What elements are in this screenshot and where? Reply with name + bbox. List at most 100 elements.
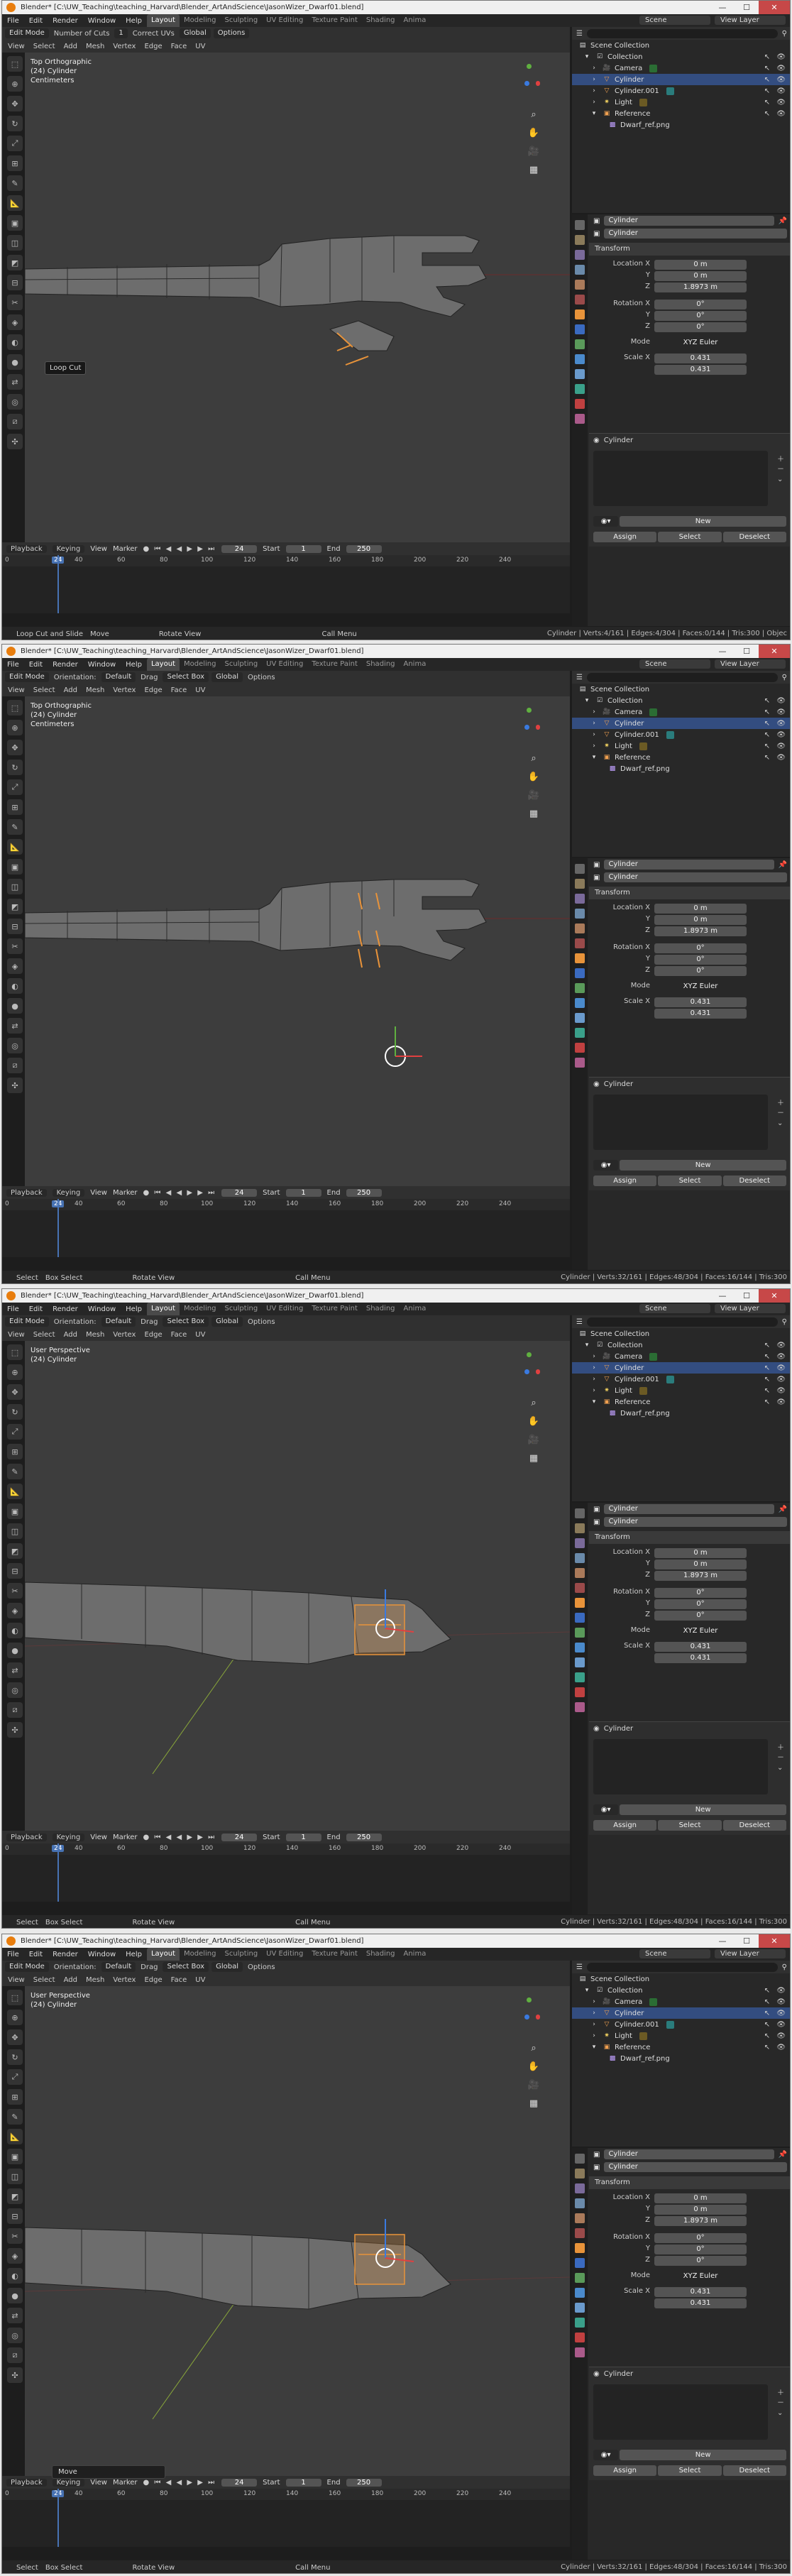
- selectable-icon[interactable]: ↖: [764, 1987, 770, 1995]
- selectable-icon[interactable]: ↖: [764, 87, 770, 95]
- object-datablock-field[interactable]: Cylinder: [604, 229, 787, 239]
- tab-uv-editing[interactable]: UV Editing: [262, 1303, 307, 1315]
- selectable-icon[interactable]: ↖: [764, 1364, 770, 1372]
- header-item-5[interactable]: Options: [213, 28, 250, 38]
- material-slot-list[interactable]: [593, 1739, 768, 1794]
- viewport-menu-select[interactable]: Select: [31, 1976, 58, 1984]
- shrink-tool-icon[interactable]: ◎: [7, 1038, 23, 1053]
- expand-icon[interactable]: ▾: [582, 53, 592, 60]
- remove-slot-icon[interactable]: －: [777, 465, 784, 475]
- annotate-tool-icon[interactable]: ✎: [7, 175, 23, 191]
- header-item-3[interactable]: Drag: [138, 674, 160, 681]
- assign-button[interactable]: Assign: [593, 2465, 657, 2476]
- material-tab-icon[interactable]: [575, 2333, 585, 2342]
- outliner-collection[interactable]: ▾ ☑ Collection ↖ 👁: [572, 51, 790, 62]
- selectable-icon[interactable]: ↖: [764, 2032, 770, 2040]
- outliner-scene-collection[interactable]: ▤ Scene Collection: [572, 684, 790, 695]
- location-y-field[interactable]: 0 m: [654, 271, 747, 281]
- viewport-menu-face[interactable]: Face: [168, 1331, 190, 1339]
- select-button[interactable]: Select: [658, 1175, 722, 1186]
- outliner-collection[interactable]: ▾ ☑ Collection ↖ 👁: [572, 1985, 790, 1996]
- outliner-collection[interactable]: ▾ ☑ Collection ↖ 👁: [572, 1339, 790, 1351]
- texture-tab-icon[interactable]: [575, 1702, 585, 1712]
- last-operator-panel[interactable]: Move: [52, 2465, 165, 2479]
- pan-hand-icon[interactable]: ✋: [527, 1414, 541, 1428]
- close-icon[interactable]: ✕: [759, 1289, 790, 1303]
- extrude-tool-icon[interactable]: ▣: [7, 2149, 23, 2164]
- location-x-field[interactable]: 0 m: [654, 904, 747, 914]
- eye-icon[interactable]: 👁: [776, 1987, 786, 1995]
- location-z-field[interactable]: 1.8973 m: [654, 1571, 747, 1581]
- physics-tab-icon[interactable]: [575, 1643, 585, 1653]
- scene-tab-icon[interactable]: [575, 280, 585, 290]
- header-item-4[interactable]: Select Box: [163, 672, 209, 682]
- outliner-image[interactable]: ▩ Dwarf_ref.png: [572, 763, 790, 774]
- eye-icon[interactable]: 👁: [776, 110, 786, 118]
- mode-dropdown[interactable]: Edit Mode: [5, 1962, 49, 1972]
- selectable-icon[interactable]: ↖: [764, 1398, 770, 1406]
- selectable-icon[interactable]: ↖: [764, 2044, 770, 2051]
- move-tool-icon[interactable]: ✥: [7, 96, 23, 111]
- tab-modeling[interactable]: Modeling: [180, 14, 221, 27]
- outliner-light[interactable]: › ✷ Light ↖ 👁: [572, 1385, 790, 1396]
- eye-icon[interactable]: 👁: [776, 1398, 786, 1406]
- pin-icon[interactable]: 📌: [779, 1506, 787, 1513]
- inset-tool-icon[interactable]: ◫: [7, 2169, 23, 2184]
- select-tool-icon[interactable]: ⬚: [7, 1344, 23, 1360]
- selectable-icon[interactable]: ↖: [764, 1376, 770, 1383]
- edge-slide-tool-icon[interactable]: ⇄: [7, 1662, 23, 1678]
- eye-icon[interactable]: 👁: [776, 742, 786, 750]
- rip-tool-icon[interactable]: ✣: [7, 1078, 23, 1093]
- poly-build-tool-icon[interactable]: ◈: [7, 1603, 23, 1618]
- output-tab-icon[interactable]: [575, 250, 585, 260]
- 3d-viewport[interactable]: [25, 696, 570, 1186]
- location-x-field[interactable]: 0 m: [654, 2193, 747, 2203]
- viewport-menu-view[interactable]: View: [5, 686, 28, 694]
- menu-edit[interactable]: Edit: [24, 17, 48, 25]
- playback-menu[interactable]: Playback: [6, 1833, 47, 1841]
- transform-tool-icon[interactable]: ⊞: [7, 1444, 23, 1459]
- end-frame-field[interactable]: 250: [346, 2478, 382, 2487]
- timeline-ruler[interactable]: 0 24 40 60 80 100 120 140 160 180 200 22…: [2, 1199, 570, 1210]
- browse-material-icon[interactable]: ◉▾: [593, 516, 619, 527]
- browse-material-icon[interactable]: ◉▾: [593, 2450, 619, 2460]
- material-slot-list[interactable]: [593, 451, 768, 506]
- rotation-mode-dropdown[interactable]: XYZ Euler: [654, 1626, 747, 1636]
- playback-controls-icon[interactable]: ● ⏮ ◀ ◀ ▶ ▶ ⏭: [143, 1834, 216, 1841]
- outliner-image[interactable]: ▩ Dwarf_ref.png: [572, 119, 790, 131]
- menu-render[interactable]: Render: [48, 661, 83, 669]
- rotation-z-field[interactable]: 0°: [654, 2256, 747, 2266]
- pin-icon[interactable]: 📌: [779, 861, 787, 869]
- remove-slot-icon[interactable]: －: [777, 1109, 784, 1119]
- rotation-mode-dropdown[interactable]: XYZ Euler: [654, 338, 747, 348]
- viewport-menu-face[interactable]: Face: [168, 686, 190, 694]
- grid-icon[interactable]: ▦: [527, 2096, 541, 2110]
- timeline-view-menu[interactable]: View: [90, 2479, 107, 2487]
- slot-menu-icon[interactable]: ⌄: [777, 1119, 784, 1129]
- remove-slot-icon[interactable]: －: [777, 2399, 784, 2408]
- tab-sculpting[interactable]: Sculpting: [220, 14, 262, 27]
- eye-icon[interactable]: 👁: [776, 99, 786, 106]
- shear-tool-icon[interactable]: ⧄: [7, 1058, 23, 1073]
- scale-tool-icon[interactable]: ⤢: [7, 2069, 23, 2085]
- add-slot-icon[interactable]: ＋: [777, 455, 784, 465]
- pan-hand-icon[interactable]: ✋: [527, 126, 541, 140]
- header-item-2[interactable]: Default: [101, 672, 136, 682]
- outliner-camera[interactable]: › 🎥 Camera ↖ 👁: [572, 1351, 790, 1362]
- end-frame-field[interactable]: 250: [346, 1188, 382, 1197]
- move-tool-icon[interactable]: ✥: [7, 740, 23, 755]
- tab-shading[interactable]: Shading: [362, 14, 400, 27]
- viewport-menu-edge[interactable]: Edge: [141, 686, 165, 694]
- render-tab-icon[interactable]: [575, 2169, 585, 2178]
- 3d-viewport[interactable]: [25, 1341, 570, 1831]
- material-slot-list[interactable]: [593, 1095, 768, 1150]
- eye-icon[interactable]: 👁: [776, 1364, 786, 1372]
- viewport-menu-select[interactable]: Select: [31, 686, 58, 694]
- scene-selector[interactable]: Scene: [639, 1949, 710, 1958]
- viewport-menu-vertex[interactable]: Vertex: [110, 1331, 138, 1339]
- pan-hand-icon[interactable]: ✋: [527, 2059, 541, 2073]
- world-tab-icon[interactable]: [575, 1583, 585, 1593]
- shear-tool-icon[interactable]: ⧄: [7, 414, 23, 429]
- smooth-tool-icon[interactable]: ●: [7, 1643, 23, 1658]
- extrude-tool-icon[interactable]: ▣: [7, 1503, 23, 1519]
